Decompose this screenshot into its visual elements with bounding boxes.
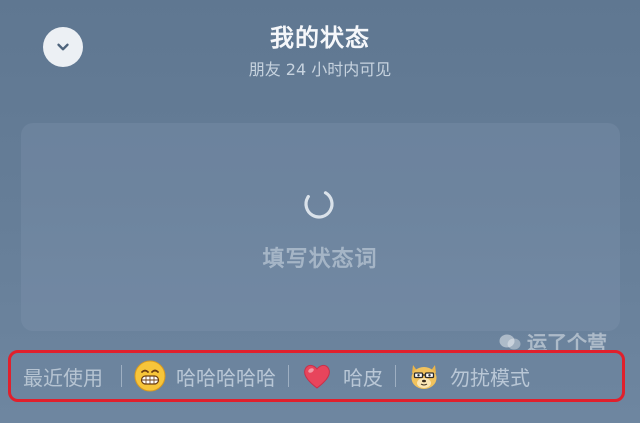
page-title: 我的状态 <box>270 24 370 52</box>
grinning-face-icon <box>134 360 166 392</box>
status-placeholder[interactable]: 填写状态词 <box>0 241 640 273</box>
recent-chip-label: 哈皮 <box>343 365 383 390</box>
recent-chip-haha[interactable]: 哈哈哈哈哈 <box>122 360 288 392</box>
recent-chip-label: 哈哈哈哈哈 <box>176 365 276 390</box>
recent-chip-happy[interactable]: 哈皮 <box>289 360 395 392</box>
status-input-card[interactable] <box>21 123 620 331</box>
recent-chip-label: 勿扰模式 <box>450 365 530 390</box>
visibility-subtitle: 朋友 24 小时内可见 <box>248 60 392 79</box>
recent-label: 最近使用 <box>23 365 103 390</box>
doge-icon <box>408 360 440 392</box>
recent-status-bar: 最近使用 哈哈哈哈哈 哈皮 勿扰模式 <box>8 350 625 402</box>
heart-icon <box>301 360 333 392</box>
recent-chip-dnd[interactable]: 勿扰模式 <box>396 360 542 392</box>
wechat-logo-icon <box>499 334 521 349</box>
loading-spinner-icon <box>302 187 336 221</box>
